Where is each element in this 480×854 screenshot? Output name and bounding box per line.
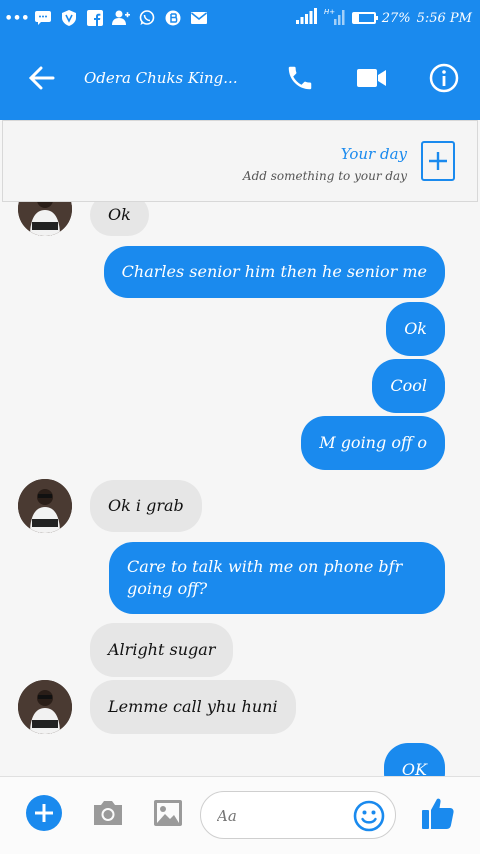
- message-bubble-outgoing[interactable]: Cool: [372, 359, 445, 413]
- your-day-subtitle: Add something to your day: [242, 169, 407, 183]
- contact-avatar[interactable]: [18, 202, 72, 236]
- message-bubble-outgoing[interactable]: Care to talk with me on phone bfr going …: [109, 542, 445, 614]
- info-icon: [429, 63, 459, 93]
- status-bar: ••• H+ 27% 5:56 PM: [0, 0, 480, 36]
- message-bubble-incoming[interactable]: Ok: [90, 202, 149, 236]
- conversation-header: Odera Chuks King...: [0, 36, 480, 120]
- plus-circle-icon: [26, 795, 62, 831]
- clock: 5:56 PM: [416, 10, 472, 26]
- message-bubble-incoming[interactable]: Ok i grab: [90, 480, 202, 532]
- your-day-title: Your day: [340, 145, 407, 163]
- facebook-icon: [86, 10, 104, 26]
- camera-icon: [94, 801, 122, 825]
- avatar-photo: [18, 202, 72, 236]
- system-status: H+ 27% 5:56 PM: [295, 7, 472, 29]
- battery-percent: 27%: [381, 10, 411, 26]
- phone-icon: [288, 66, 312, 90]
- contact-avatar[interactable]: [18, 680, 72, 734]
- more-notifications-icon: •••: [4, 10, 30, 26]
- mail-icon: [190, 10, 208, 26]
- video-camera-icon: [357, 69, 386, 87]
- battery-icon: [351, 12, 378, 24]
- avatar-photo: [18, 680, 72, 734]
- svg-text:H+: H+: [324, 8, 335, 16]
- add-to-day-button[interactable]: [421, 141, 455, 181]
- message-bubble-outgoing[interactable]: M going off o: [301, 416, 445, 470]
- like-button[interactable]: [418, 793, 458, 833]
- emoji-button[interactable]: [353, 800, 385, 832]
- back-button[interactable]: [0, 36, 84, 120]
- notification-icons: •••: [4, 10, 208, 26]
- message-input-container[interactable]: [200, 791, 396, 839]
- video-call-button[interactable]: [336, 36, 408, 120]
- image-icon: [154, 800, 182, 826]
- thumbs-up-icon: [422, 798, 454, 829]
- app-notification-icon: [164, 10, 182, 26]
- message-bubble-incoming[interactable]: Alright sugar: [90, 623, 234, 677]
- message-bubble-outgoing[interactable]: Ok: [386, 302, 445, 356]
- message-bubble-outgoing[interactable]: Charles senior him then he senior me: [103, 246, 445, 298]
- message-list[interactable]: Ok Charles senior him then he senior me …: [0, 202, 480, 776]
- camera-button[interactable]: [88, 793, 128, 833]
- add-contact-icon: [112, 10, 130, 26]
- message-input[interactable]: [217, 804, 347, 828]
- signal-icon: [295, 8, 318, 28]
- header-actions: [264, 36, 480, 120]
- message-bubble-incoming[interactable]: Lemme call yhu huni: [90, 680, 296, 734]
- whatsapp-icon: [138, 10, 156, 26]
- your-day-banner[interactable]: Your day Add something to your day: [2, 120, 478, 202]
- plus-icon: [429, 152, 447, 170]
- avatar-photo: [18, 479, 72, 533]
- gallery-button[interactable]: [148, 793, 188, 833]
- voice-call-button[interactable]: [264, 36, 336, 120]
- messenger-notification-icon: [34, 10, 52, 26]
- contact-name[interactable]: Odera Chuks King...: [84, 69, 264, 87]
- data-signal-icon: H+: [324, 7, 346, 29]
- smiley-icon: [353, 800, 385, 832]
- back-arrow-icon: [29, 66, 55, 90]
- more-actions-button[interactable]: [24, 793, 64, 833]
- message-composer: [0, 776, 480, 854]
- vpn-shield-icon: [60, 10, 78, 26]
- contact-avatar[interactable]: [18, 479, 72, 533]
- conversation-info-button[interactable]: [408, 36, 480, 120]
- battery-fill: [353, 14, 360, 22]
- message-bubble-outgoing[interactable]: OK: [383, 743, 445, 776]
